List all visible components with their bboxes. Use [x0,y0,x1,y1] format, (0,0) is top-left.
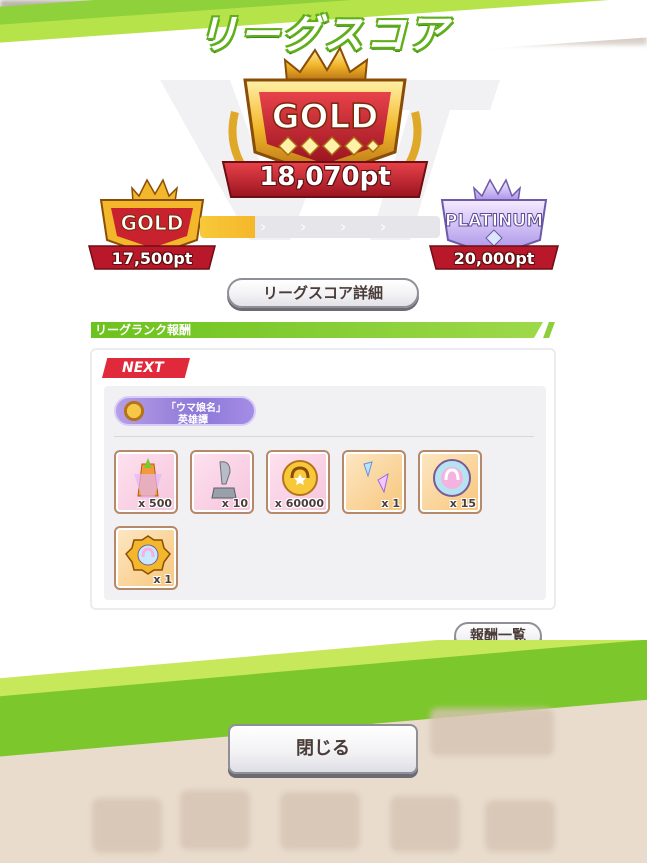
blurred-menu-panel [430,708,554,756]
current-points: 18,070pt [259,162,391,192]
reward-item[interactable]: x 500 [114,450,178,514]
reward-item[interactable]: x 15 [418,450,482,514]
reward-qty: x 15 [449,497,476,510]
title-reward-badge[interactable]: 「ウマ娘名」 英雄譚 [114,396,256,426]
gold-coin-icon [282,460,318,496]
next-rank-text: PLATINUM [445,211,543,231]
chevron-right-icon: › [380,217,387,236]
rank-progress-bar: › › › › [200,216,440,238]
previous-threshold-points: 17,500pt [111,249,193,268]
rainbow-badge-icon [433,459,471,497]
prev-rank-text: GOLD [121,211,184,235]
chevron-right-icon: › [340,217,347,236]
blurred-nav-icon [390,796,460,852]
close-button[interactable]: 閉じる [228,724,418,774]
next-threshold-points: 20,000pt [453,249,535,268]
section-header-accent [543,322,555,338]
rank-progress-fill [200,216,256,238]
blurred-nav-icon [92,798,162,853]
blurred-nav-icon [280,792,360,850]
divider [114,436,534,437]
chevron-right-icon: › [260,217,267,236]
reward-panel: NEXT 「ウマ娘名」 英雄譚 x 500 x 10 x 60000 x 1 x… [90,348,556,610]
reward-item[interactable]: x 1 [342,450,406,514]
reward-qty: x 10 [221,497,248,510]
section-header: リーグランク報酬 [91,322,555,338]
league-score-detail-button[interactable]: リーグスコア詳細 [227,278,419,308]
blurred-nav-icon [180,790,250,850]
next-label: NEXT [102,358,190,378]
carrot-bouquet-icon [134,458,162,498]
reward-qty: x 1 [153,573,172,586]
crystal-shards-icon [363,461,389,494]
chevron-right-icon: › [300,217,307,236]
section-title: リーグランク報酬 [95,323,192,337]
reward-qty: x 1 [381,497,400,510]
horseshoe-trophy-icon [211,461,237,499]
blurred-nav-icon [485,800,555,852]
reward-qty: x 500 [138,497,172,510]
reward-list: 「ウマ娘名」 英雄譚 x 500 x 10 x 60000 x 1 x 15 x… [104,386,546,600]
reward-item[interactable]: x 10 [190,450,254,514]
title-badge-line2: 英雄譚 [178,415,208,426]
reward-qty: x 60000 [274,497,324,510]
title-emblem-icon [118,399,150,423]
reward-item[interactable]: x 1 [114,526,178,590]
gold-gear-badge-icon [125,535,171,575]
main-rank-text: GOLD [272,97,379,137]
reward-item[interactable]: x 60000 [266,450,330,514]
